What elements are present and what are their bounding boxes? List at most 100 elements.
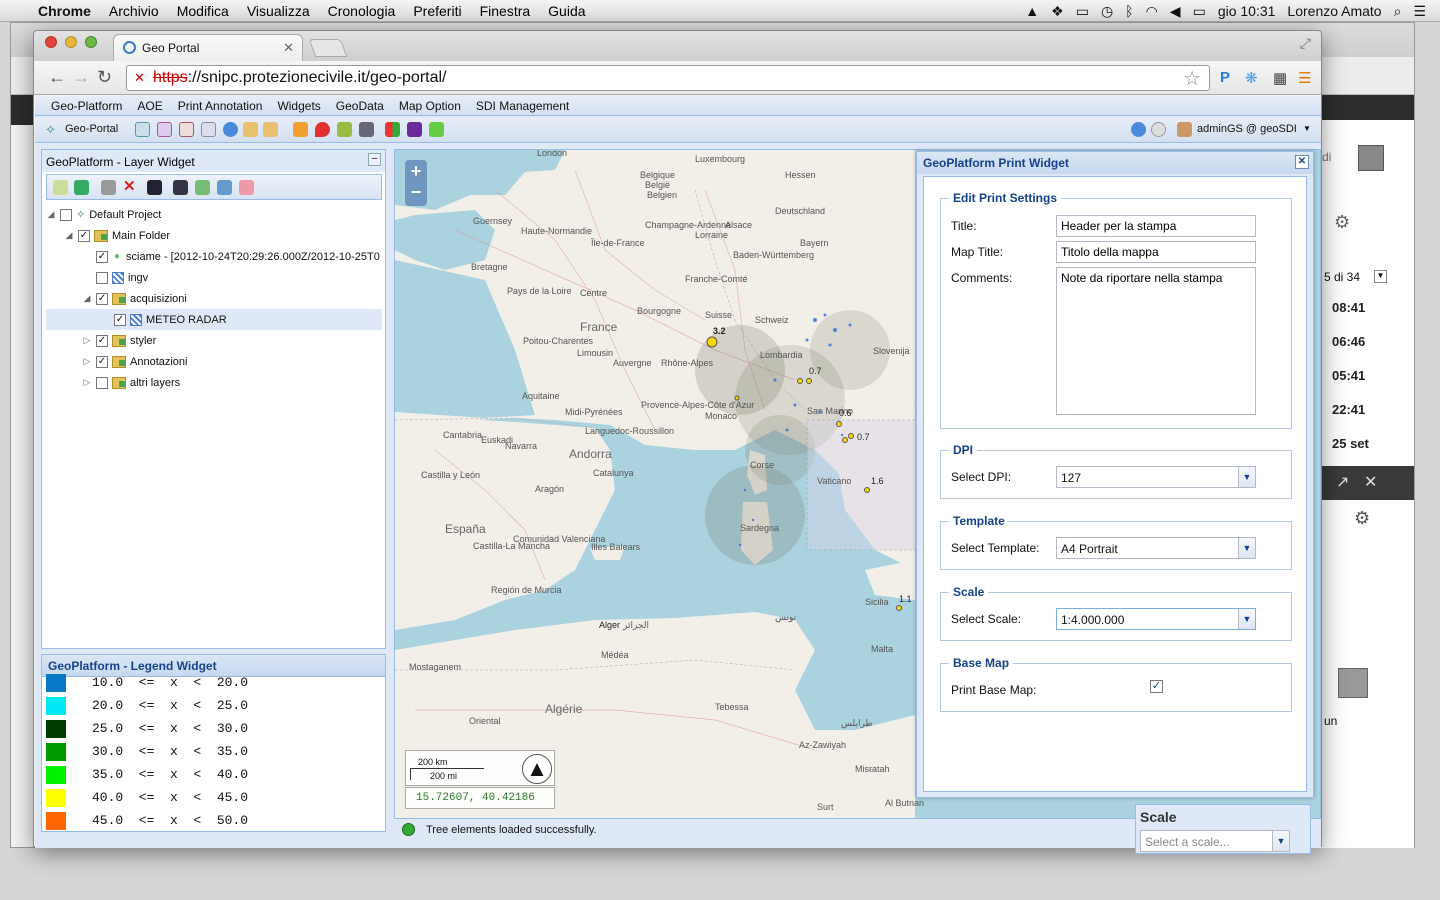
extension-p-icon[interactable]: P	[1220, 69, 1230, 86]
tree-checkbox[interactable]: ✓	[114, 313, 126, 326]
geo-portal-logo-icon[interactable]: ✧	[45, 122, 56, 138]
battery-icon[interactable]: ▭	[1193, 3, 1206, 20]
goto-xy-icon[interactable]	[337, 122, 352, 137]
quake-marker[interactable]	[842, 437, 848, 443]
tree-checkbox[interactable]: ✓	[96, 334, 108, 347]
zoom-out-icon[interactable]	[157, 122, 172, 137]
tree-checkbox[interactable]	[96, 271, 108, 284]
extension-globe-icon[interactable]: ❋	[1245, 69, 1258, 87]
tree-node-altri-layers[interactable]: ▷ altri layers	[46, 372, 382, 393]
collapsed-arrow-icon[interactable]: ▷	[82, 335, 92, 346]
tree-node-sciame[interactable]: ✓ ● sciame - [2012-10-24T20:29:26.000Z/2…	[46, 246, 382, 267]
user-name[interactable]: Lorenzo Amato	[1287, 3, 1381, 19]
dropbox-icon[interactable]: ❖	[1051, 3, 1064, 20]
google-circle-icon[interactable]	[1151, 122, 1166, 137]
browser-tab[interactable]: Geo Portal ✕	[113, 34, 303, 61]
close-icon[interactable]: ✕	[1364, 472, 1377, 492]
scale-combo[interactable]: Select a scale... ▼	[1140, 830, 1290, 852]
list-item-time[interactable]: 25 set	[1332, 436, 1369, 451]
quake-marker[interactable]	[848, 433, 854, 439]
zoom-out-button[interactable]: −	[405, 182, 427, 204]
new-tab-button[interactable]	[308, 39, 348, 57]
add-folder-icon[interactable]	[53, 180, 68, 195]
pencil-icon[interactable]	[293, 122, 308, 137]
menu-aoe[interactable]: AOE	[137, 99, 162, 113]
quake-marker[interactable]	[806, 378, 812, 384]
forward-icon[interactable]: →	[72, 67, 90, 88]
popout-icon[interactable]: ↗	[1336, 472, 1349, 492]
geo-portal-home-button[interactable]: Geo-Portal	[65, 123, 118, 135]
menu-archivio[interactable]: Archivio	[109, 3, 159, 19]
chevron-down-icon[interactable]: ▼	[1238, 467, 1255, 487]
import-icon[interactable]	[195, 180, 210, 195]
avatar[interactable]	[1338, 668, 1368, 698]
close-window-button[interactable]	[45, 36, 57, 48]
tree-node-styler[interactable]: ▷ ✓ styler	[46, 330, 382, 351]
reload-icon[interactable]: ↻	[97, 67, 112, 88]
collapse-icon[interactable]: –	[368, 153, 381, 166]
tree-checkbox[interactable]	[96, 376, 108, 389]
menu-preferiti[interactable]: Preferiti	[413, 3, 461, 19]
back-icon[interactable]: ←	[48, 67, 66, 88]
quake-marker[interactable]	[706, 336, 718, 348]
list-item-time[interactable]: 22:41	[1332, 402, 1365, 417]
zoom-extent-icon[interactable]	[201, 122, 216, 137]
scale-select[interactable]: 1:4.000.000 ▼	[1056, 608, 1256, 630]
chevron-down-icon[interactable]: ▼	[1238, 538, 1255, 558]
gear-icon[interactable]: ⚙	[1334, 212, 1350, 233]
yahoo-icon[interactable]	[407, 122, 422, 137]
close-icon[interactable]: ✕	[1295, 155, 1309, 169]
bookmark-star-icon[interactable]: ☆	[1183, 66, 1201, 91]
expand-arrow-icon[interactable]: ◢	[82, 293, 92, 304]
list-item-time[interactable]: 05:41	[1332, 368, 1365, 383]
fullscreen-icon[interactable]: ⤢	[1300, 35, 1311, 52]
quake-marker[interactable]	[896, 605, 902, 611]
print-base-map-checkbox[interactable]: ✓	[1150, 680, 1163, 693]
bluetooth-icon[interactable]: ᛒ	[1125, 3, 1133, 19]
drive-icon[interactable]: ▲	[1025, 3, 1039, 19]
add-layer-icon[interactable]	[74, 180, 89, 195]
tree-node-meteo-radar[interactable]: ✓ METEO RADAR	[46, 309, 382, 330]
zoom-window-button[interactable]	[85, 36, 97, 48]
refresh-icon[interactable]	[217, 180, 232, 195]
print-icon[interactable]	[101, 180, 116, 195]
notification-icon[interactable]: ☰	[1413, 3, 1426, 20]
menu-modifica[interactable]: Modifica	[177, 3, 229, 19]
quake-marker[interactable]	[864, 487, 870, 493]
insecure-lock-icon[interactable]: ✕	[134, 70, 145, 86]
google-icon[interactable]	[385, 122, 400, 137]
list-item-time[interactable]: 08:41	[1332, 300, 1365, 315]
chevron-down-icon[interactable]: ▼	[1374, 270, 1387, 283]
volume-icon[interactable]: ◀	[1170, 3, 1181, 20]
expand-arrow-icon[interactable]: ◢	[46, 209, 56, 220]
tab-close-icon[interactable]: ✕	[283, 40, 294, 56]
extension-grid-icon[interactable]: ▦	[1273, 69, 1287, 87]
settings-icon[interactable]: ⚙	[1354, 508, 1370, 529]
spotlight-icon[interactable]: ⌕	[1394, 3, 1402, 20]
title-field[interactable]	[1056, 215, 1256, 237]
chevron-down-icon[interactable]: ▼	[1303, 124, 1311, 133]
tree-checkbox[interactable]: ✓	[96, 355, 108, 368]
info-icon[interactable]	[223, 122, 238, 137]
menu-print-annotation[interactable]: Print Annotation	[178, 99, 263, 113]
zoom-box-icon[interactable]	[179, 122, 194, 137]
tree-checkbox[interactable]: ✓	[96, 250, 108, 263]
address-bar[interactable]: ✕ https://snipc.protezionecivile.it/geo-…	[126, 65, 1210, 91]
tree-node-main-folder[interactable]: ◢ ✓ Main Folder	[46, 225, 382, 246]
time-machine-icon[interactable]: ◷	[1101, 3, 1113, 20]
measure-icon[interactable]	[243, 122, 258, 137]
collapsed-arrow-icon[interactable]: ▷	[82, 356, 92, 367]
user-icon[interactable]	[1177, 122, 1192, 137]
marker-icon[interactable]	[315, 122, 330, 137]
zoom-in-button[interactable]: +	[405, 160, 427, 182]
style-icon[interactable]	[239, 180, 254, 195]
menu-geo-platform[interactable]: Geo-Platform	[51, 99, 122, 113]
zoom-in-icon[interactable]	[135, 122, 150, 137]
map-title-field[interactable]	[1056, 241, 1256, 263]
delete-icon[interactable]: ✕	[123, 177, 136, 195]
quake-marker[interactable]	[836, 421, 842, 427]
dpi-select[interactable]: 127 ▼	[1056, 466, 1256, 488]
quake-marker[interactable]	[797, 378, 803, 384]
user-label[interactable]: adminGS @ geoSDI	[1197, 123, 1297, 135]
menu-sdi-management[interactable]: SDI Management	[476, 99, 569, 113]
